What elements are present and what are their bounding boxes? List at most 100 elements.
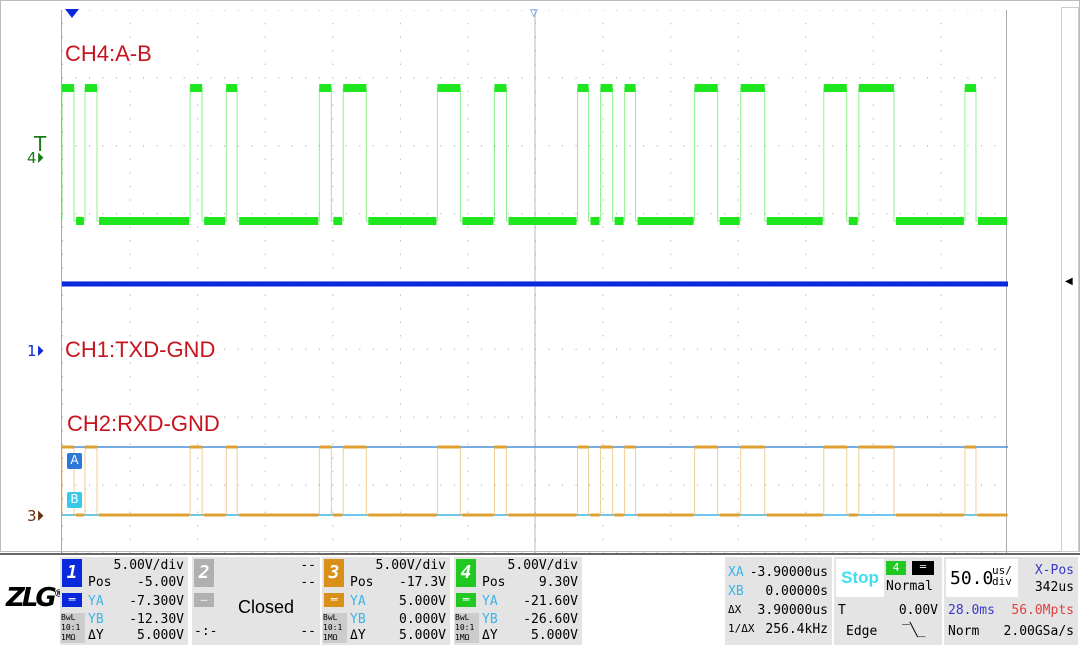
- ch4-waveform-high-segment: [343, 84, 367, 92]
- ch3-waveform-high-segment: [226, 445, 238, 449]
- ch4-waveform-high-segment: [84, 84, 98, 92]
- ch4-waveform-low-segment: [848, 217, 858, 225]
- ch4-waveform-high-segment: [858, 84, 894, 92]
- volts-per-div[interactable]: 5.00V/div: [508, 557, 578, 575]
- zlg-logo: ZLG®: [6, 583, 64, 613]
- ch3-waveform-high-segment: [577, 445, 589, 449]
- ch4-waveform-low-segment: [977, 217, 1007, 225]
- collapse-arrow-icon: ◀: [1065, 276, 1073, 287]
- horizontal-center-marker[interactable]: ▽: [527, 9, 541, 19]
- position-value[interactable]: 9.30V: [539, 574, 578, 592]
- ch3-waveform-high-segment: [437, 445, 461, 449]
- dy-value: 5.000V: [531, 628, 578, 643]
- ch1-offset-marker[interactable]: 1⏵: [27, 342, 44, 360]
- ch4-waveform-low-segment: [204, 217, 226, 225]
- ch3-waveform-low-segment: [637, 513, 694, 517]
- ch4-waveform-high-segment: [319, 84, 332, 92]
- x-position[interactable]: 342us: [1035, 580, 1074, 595]
- ya-value: -7.300V: [129, 594, 184, 609]
- ch3-waveform-high-segment: [494, 445, 507, 449]
- position-value[interactable]: --: [300, 574, 316, 592]
- channel-3-panel[interactable]: 3 ═ 5.00V/div Pos -17.3V YA 5.000V YB 0.000V…: [322, 557, 450, 645]
- ch3-waveform-high-segment: [624, 445, 636, 449]
- channel-2-panel[interactable]: 2 – -- -- Closed -:- --: [192, 557, 320, 645]
- ch1-label: CH1:TXD-GND: [65, 337, 216, 362]
- channel-1-panel[interactable]: 1 ═ 5.00V/div Pos -5.00V YA -7.300V YB -12.3…: [60, 557, 188, 645]
- channel-badge[interactable]: 4: [456, 559, 476, 587]
- ch4-waveform-high-segment: [437, 84, 461, 92]
- ch4-waveform-low-segment: [99, 217, 190, 225]
- ch2-label: CH2:RXD-GND: [67, 411, 220, 436]
- trigger-type[interactable]: Edge: [846, 624, 877, 639]
- waveform-canvas: [61, 9, 1009, 554]
- ch3-waveform-low-segment: [614, 513, 624, 517]
- volts-per-div[interactable]: 5.00V/div: [114, 557, 184, 575]
- ch4-waveform-low-segment: [895, 217, 964, 225]
- coupling-icon: ═: [324, 593, 344, 607]
- ch3-waveform-low-segment: [848, 513, 858, 517]
- inv-dx-value: 256.4kHz: [765, 622, 828, 637]
- ch3-waveform-high-segment: [740, 445, 765, 449]
- ch3-waveform-high-segment: [62, 445, 75, 449]
- ch4-waveform-low-segment: [590, 217, 600, 225]
- channel-badge[interactable]: 3: [324, 559, 344, 587]
- timebase-panel[interactable]: 50.0 us/div X-Pos 342us 28.0ms 56.0Mpts …: [944, 557, 1078, 645]
- ch4-waveform-low-segment: [766, 217, 823, 225]
- ch3-waveform-high-segment: [319, 445, 332, 449]
- ch3-waveform-high-segment: [858, 445, 894, 449]
- ch3-waveform-low-segment: [239, 513, 319, 517]
- ch3-waveform-low-segment: [462, 513, 494, 517]
- dx-value: 3.90000us: [757, 603, 828, 618]
- dc-coupling-icon: ═: [912, 561, 934, 575]
- run-stop-button[interactable]: Stop: [836, 559, 884, 597]
- ya-value: 5.000V: [399, 594, 446, 609]
- cursor-b-marker[interactable]: B: [67, 492, 82, 508]
- ch3-waveform-low-segment: [204, 513, 226, 517]
- ch4-waveform-high-segment: [600, 84, 613, 92]
- position-value[interactable]: -5.00V: [137, 574, 184, 592]
- volts-per-div[interactable]: --: [300, 557, 316, 575]
- ch3-waveform-low-segment: [76, 513, 84, 517]
- trigger-level[interactable]: 0.00V: [899, 603, 938, 618]
- xb-value: 0.00000s: [765, 584, 828, 599]
- ch3-waveform-high-segment: [84, 445, 98, 449]
- ch3-waveform-high-segment: [600, 445, 613, 449]
- ch3-waveform-high-segment: [343, 445, 367, 449]
- channel-status: Closed: [238, 597, 295, 617]
- cursor-a-marker[interactable]: A: [67, 453, 82, 469]
- memory-points: 56.0Mpts: [1011, 603, 1074, 618]
- trigger-mode[interactable]: Normal: [886, 579, 933, 594]
- side-panel-toggle[interactable]: ◀: [1061, 7, 1079, 552]
- ch3-waveform-low-segment: [368, 513, 437, 517]
- trigger-panel[interactable]: Stop 4 ═ Normal T 0.00V Edge ‾╲_: [834, 557, 942, 645]
- coupling-icon: ═: [62, 593, 82, 607]
- ch3-waveform-low-segment: [508, 513, 577, 517]
- ch3-waveform-low-segment: [333, 513, 343, 517]
- ch3-waveform-low-segment: [977, 513, 1007, 517]
- scope-display: ◀ CH4:A-B CH1:TXD-GND CH2:RXD-GND T 4⏵ 1…: [0, 0, 1080, 554]
- ch4-waveform-high-segment: [577, 84, 589, 92]
- waveform-area[interactable]: [61, 9, 1009, 554]
- ch4-waveform-low-segment: [76, 217, 84, 225]
- trigger-source-badge: 4: [886, 561, 906, 575]
- channel-badge[interactable]: 2: [194, 559, 214, 587]
- position-value[interactable]: -17.3V: [399, 574, 446, 592]
- ch3-waveform-high-segment: [190, 445, 203, 449]
- ch4-waveform-low-segment: [614, 217, 624, 225]
- trigger-position-marker[interactable]: [65, 9, 79, 18]
- cursor-readout[interactable]: XA -3.90000us XB 0.00000s ΔX 3.90000us 1/ΔX…: [725, 557, 832, 645]
- acquire-mode: Norm: [948, 624, 980, 639]
- timebase-scale[interactable]: 50.0 us/div: [946, 559, 1018, 597]
- ch3-offset-marker[interactable]: 3⏵: [27, 507, 44, 525]
- memory-length: 28.0ms: [948, 603, 995, 618]
- ch4-offset-marker[interactable]: 4⏵: [27, 149, 44, 167]
- channel-4-panel[interactable]: 4 ═ 5.00V/div Pos 9.30V YA -21.60V YB -26.60…: [454, 557, 582, 645]
- bandwidth-probe-info: BwL 10:1 1MΩ: [61, 613, 85, 643]
- status-bar: ZLG® 1 ═ 5.00V/div Pos -5.00V YA -7.300V YB…: [0, 553, 1080, 648]
- volts-per-div[interactable]: 5.00V/div: [376, 557, 446, 575]
- ch3-waveform-high-segment: [823, 445, 847, 449]
- bandwidth-probe-info: BwL 10:1 1MΩ: [323, 613, 347, 643]
- channel-badge[interactable]: 1: [62, 559, 82, 587]
- ch4-waveform-high-segment: [226, 84, 238, 92]
- ch4-waveform-low-segment: [333, 217, 343, 225]
